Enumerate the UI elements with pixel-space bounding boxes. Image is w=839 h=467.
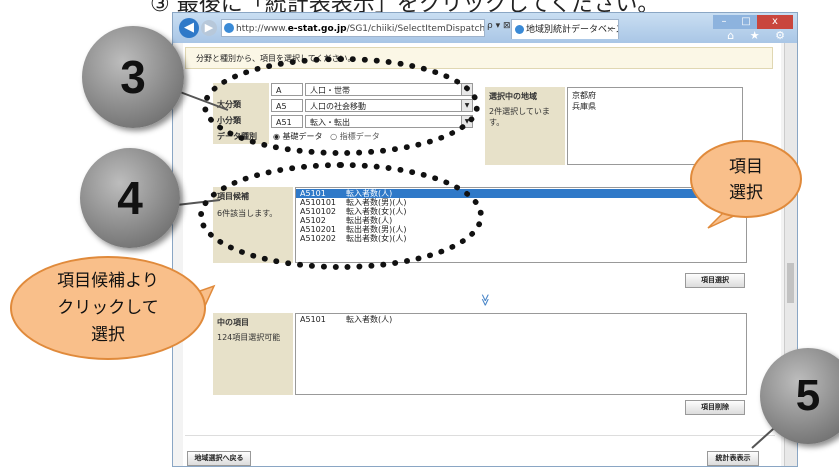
highlight-ellipse-fields bbox=[202, 56, 480, 156]
click-callout: 項目候補より クリックして 選択 bbox=[10, 256, 206, 360]
step3-badge: 3 bbox=[82, 26, 184, 128]
step4-badge: 4 bbox=[80, 148, 180, 248]
select-callout: 項目 選択 bbox=[690, 140, 802, 218]
highlight-ellipse-candidates bbox=[198, 162, 484, 270]
